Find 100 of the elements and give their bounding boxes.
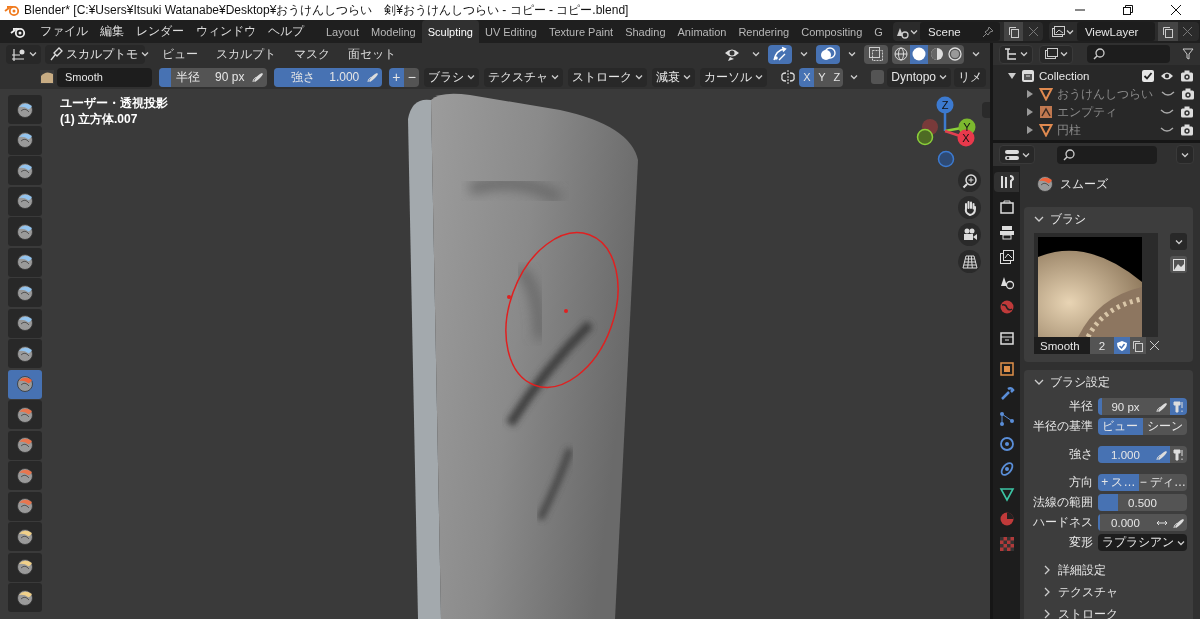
scene-name-field[interactable]: Scene	[920, 22, 1001, 41]
slider[interactable]: 1.000	[1098, 446, 1153, 463]
outliner-item-name[interactable]: エンプティ	[1057, 104, 1117, 120]
brush-datablock-field[interactable]: Smooth	[1034, 337, 1090, 354]
fake-user-toggle[interactable]	[1114, 337, 1130, 354]
pressure-toggle[interactable]	[1153, 446, 1170, 463]
brush-tool-button[interactable]	[8, 186, 42, 216]
dyntopo-dropdown[interactable]: Dyntopo	[887, 67, 951, 87]
search-field[interactable]	[1057, 145, 1157, 164]
workspace-tab[interactable]: G	[868, 20, 889, 43]
workspace-tab[interactable]: Rendering	[732, 20, 796, 43]
sidebar-toggle[interactable]	[982, 102, 990, 118]
navigation-gizmo[interactable]: Z Y X	[916, 96, 976, 168]
exclude-checkbox[interactable]	[1142, 70, 1154, 82]
properties-tab[interactable]	[994, 172, 1019, 192]
brush-tool-button[interactable]	[8, 339, 42, 368]
workspace-tab[interactable]: Layout	[320, 20, 366, 43]
outliner-item-name[interactable]: おうけんしつらい	[1057, 86, 1153, 102]
outliner-item-name[interactable]: Collection	[1039, 70, 1090, 82]
settings-dropdown[interactable]: カーソル	[700, 67, 768, 87]
perspective-grid-button[interactable]	[958, 250, 981, 273]
preview-menu-button[interactable]	[1170, 233, 1187, 250]
copy-view-layer-button[interactable]	[1157, 22, 1178, 41]
brush-tool-button[interactable]	[8, 278, 42, 307]
mirror-axis-button[interactable]: Z	[829, 67, 843, 87]
shading-button[interactable]	[946, 44, 964, 64]
slider[interactable]: 0.500	[1098, 494, 1187, 511]
image-button[interactable]	[1170, 256, 1187, 273]
brush-tool-button[interactable]	[8, 247, 42, 277]
unified-toggle[interactable]	[1170, 446, 1187, 463]
settings-dropdown[interactable]: ブラシ	[424, 67, 480, 87]
outliner-item-name[interactable]: 円柱	[1057, 122, 1081, 138]
slider[interactable]: 強さ 1.000	[273, 67, 366, 87]
menu-item[interactable]: ビュー	[155, 45, 205, 63]
remesh-dropdown[interactable]: リメ	[954, 67, 986, 87]
workspace-tab[interactable]: Shading	[619, 20, 672, 43]
workspace-tab[interactable]: Compositing	[795, 20, 869, 43]
menu-item[interactable]: レンダー	[130, 24, 190, 39]
gizmo-toggle[interactable]	[768, 44, 792, 64]
mirror-axis-button[interactable]: Y	[814, 67, 830, 87]
option-button[interactable]: シーン	[1142, 418, 1187, 435]
direction-button[interactable]: +	[388, 67, 404, 87]
brush-name-field[interactable]: Smooth	[57, 67, 153, 87]
slider[interactable]: 半径 90 px	[159, 67, 251, 87]
option-button[interactable]: + ス…	[1098, 474, 1139, 491]
unified-toggle[interactable]	[1170, 398, 1187, 415]
dyntopo-checkbox[interactable]	[870, 70, 885, 84]
menu-item[interactable]: 面セット	[341, 45, 403, 63]
brush-tool-button[interactable]	[8, 430, 42, 460]
menu-item[interactable]: マスク	[287, 45, 337, 63]
direction-button[interactable]: −	[404, 67, 420, 87]
shading-button[interactable]	[910, 44, 928, 64]
brush-tool-button[interactable]	[8, 217, 42, 246]
brush-tool-button[interactable]	[8, 400, 42, 429]
workspace-tab[interactable]: Animation	[671, 20, 733, 43]
menu-item[interactable]: 編集	[94, 24, 130, 39]
menu-item[interactable]: スカルプト	[209, 45, 283, 63]
brush-tool-button[interactable]	[8, 461, 42, 490]
editor-type-button[interactable]	[6, 44, 41, 64]
menu-item[interactable]: ウィンドウ	[190, 24, 262, 39]
brush-tool-button[interactable]	[8, 125, 42, 155]
brush-tool-button[interactable]	[8, 491, 42, 521]
brush-tool-button[interactable]	[8, 522, 42, 551]
slider[interactable]: 90 px	[1098, 398, 1153, 415]
menu-item[interactable]: ファイル	[34, 24, 94, 39]
deform-dropdown[interactable]: ラプラシアン	[1098, 534, 1187, 551]
workspace-tab[interactable]: Texture Paint	[542, 20, 620, 43]
search-field[interactable]	[1087, 45, 1170, 63]
subpanel-title[interactable]: テクスチャ	[1058, 584, 1118, 600]
slider[interactable]: 0.000	[1098, 514, 1153, 531]
brush-tool-button[interactable]	[8, 95, 42, 124]
settings-dropdown[interactable]: テクスチャ	[484, 67, 564, 87]
editor-type-button[interactable]	[999, 145, 1035, 164]
pressure-toggle[interactable]	[1153, 398, 1170, 415]
workspace-tab[interactable]: Sculpting	[421, 20, 479, 43]
xray-toggle[interactable]	[864, 44, 888, 64]
brush-tool-button[interactable]	[8, 583, 42, 612]
options-dropdown[interactable]	[1176, 145, 1194, 164]
brush-tool-button[interactable]	[8, 552, 42, 582]
workspace-tab[interactable]: UV Editing	[478, 20, 543, 43]
workspace-tab[interactable]: Modeling	[365, 20, 422, 43]
editor-type-button[interactable]	[999, 44, 1033, 64]
brush-tool-button[interactable]	[8, 369, 42, 399]
subpanel-title[interactable]: 詳細設定	[1058, 562, 1106, 578]
subpanel-title[interactable]: ストローク	[1058, 606, 1118, 619]
brush-tool-button[interactable]	[8, 156, 42, 185]
user-count-button[interactable]: 2	[1090, 337, 1114, 354]
option-button[interactable]: ビュー	[1098, 418, 1143, 435]
settings-dropdown[interactable]: 減衰	[652, 67, 696, 87]
option-button[interactable]: − ディ…	[1138, 474, 1187, 491]
settings-dropdown[interactable]: ストローク	[568, 67, 648, 87]
duplicate-brush-button[interactable]	[1130, 337, 1146, 354]
display-mode-button[interactable]	[1039, 44, 1073, 64]
shading-button[interactable]	[892, 44, 910, 64]
copy-scene-button[interactable]	[1004, 22, 1024, 41]
overlay-toggle[interactable]	[816, 44, 840, 64]
pan-hand-button[interactable]	[958, 196, 981, 219]
brush-tool-button[interactable]	[8, 308, 42, 338]
camera-view-button[interactable]	[958, 223, 981, 246]
zoom-button[interactable]	[958, 169, 981, 192]
